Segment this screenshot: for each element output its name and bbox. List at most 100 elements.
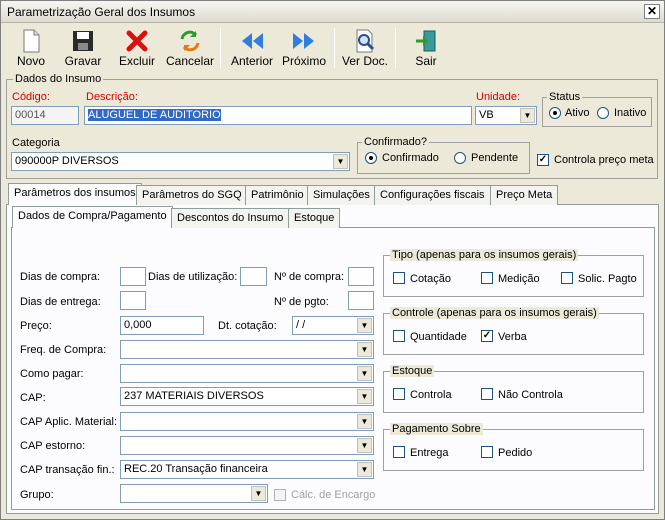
cancelar-button[interactable]: Cancelar bbox=[162, 26, 218, 70]
dt-cotacao-label: Dt. cotação: bbox=[218, 320, 277, 332]
grupo-select[interactable]: ▼ bbox=[120, 484, 268, 503]
cap-transacao-select[interactable]: REC.20 Transação financeira ▼ bbox=[120, 460, 374, 479]
pendente-radio[interactable] bbox=[454, 152, 466, 164]
cap-transacao-value: REC.20 Transação financeira bbox=[124, 463, 268, 475]
cancelar-label: Cancelar bbox=[165, 54, 215, 68]
controla-preco-meta-checkbox[interactable]: ✓ bbox=[537, 154, 549, 166]
controla-estoque-checkbox[interactable] bbox=[393, 388, 405, 400]
subtab-estoque[interactable]: Estoque bbox=[288, 208, 341, 228]
preco-field[interactable]: 0,000 bbox=[120, 316, 204, 335]
nao-controla-checkbox[interactable] bbox=[481, 388, 493, 400]
verba-checkbox[interactable]: ✓ bbox=[481, 330, 493, 342]
controla-estoque-label: Controla bbox=[410, 389, 452, 401]
chevron-down-icon: ▼ bbox=[520, 108, 535, 123]
dias-entrega-label: Dias de entrega: bbox=[20, 296, 101, 308]
descricao-field[interactable]: ALUGUEL DE AUDITORIO bbox=[84, 106, 472, 125]
subtab-descontos[interactable]: Descontos do Insumo bbox=[171, 208, 290, 228]
chevron-down-icon: ▼ bbox=[357, 462, 372, 477]
verba-label: Verba bbox=[498, 331, 527, 343]
dias-compra-label: Dias de compra: bbox=[20, 271, 101, 283]
tab-configuracoes-fiscais[interactable]: Configurações fiscais bbox=[374, 185, 491, 205]
cap-select[interactable]: 237 MATERIAIS DIVERSOS ▼ bbox=[120, 387, 374, 406]
tab-parametros-insumos[interactable]: Parâmetros dos insumos bbox=[8, 183, 142, 205]
rewind-icon bbox=[242, 33, 263, 49]
dias-entrega-field[interactable] bbox=[120, 291, 146, 310]
chevron-down-icon: ▼ bbox=[357, 366, 372, 381]
pendente-label: Pendente bbox=[471, 152, 519, 164]
status-inativo-radio[interactable] bbox=[597, 107, 609, 119]
categoria-value: 090000P DIVERSOS bbox=[15, 155, 119, 167]
unidade-label: Unidade: bbox=[476, 91, 521, 103]
save-icon bbox=[73, 31, 93, 51]
close-button[interactable]: ✕ bbox=[644, 4, 660, 19]
gravar-label: Gravar bbox=[64, 54, 102, 68]
tipo-legend: Tipo (apenas para os insumos gerais) bbox=[390, 249, 579, 261]
chevron-down-icon: ▼ bbox=[357, 389, 372, 404]
controla-preco-meta-label: Controla preço meta bbox=[554, 154, 654, 166]
entrega-label: Entrega bbox=[410, 447, 449, 459]
estoque-legend: Estoque bbox=[390, 365, 435, 377]
quantidade-checkbox[interactable] bbox=[393, 330, 405, 342]
dias-compra-field[interactable] bbox=[120, 267, 146, 286]
excluir-button[interactable]: Excluir bbox=[109, 26, 165, 70]
excluir-label: Excluir bbox=[118, 54, 155, 68]
unidade-value: VB bbox=[479, 109, 494, 121]
unidade-select[interactable]: VB ▼ bbox=[475, 106, 537, 125]
toolbar-separator bbox=[395, 28, 396, 68]
cotacao-checkbox[interactable] bbox=[393, 272, 405, 284]
preco-label: Preço: bbox=[20, 320, 52, 332]
pedido-checkbox[interactable] bbox=[481, 446, 493, 458]
confirmado-radio[interactable] bbox=[365, 152, 377, 164]
solic-pagto-checkbox[interactable] bbox=[561, 272, 573, 284]
categoria-select[interactable]: 090000P DIVERSOS ▼ bbox=[11, 152, 350, 171]
proximo-button[interactable]: Próximo bbox=[276, 26, 332, 70]
tab-simulacoes[interactable]: Simulações bbox=[307, 185, 376, 205]
new-document-icon bbox=[23, 29, 40, 53]
descricao-value: ALUGUEL DE AUDITORIO bbox=[88, 109, 221, 121]
calc-encargo-checkbox[interactable] bbox=[274, 489, 286, 501]
tab-preco-meta[interactable]: Preço Meta bbox=[490, 185, 559, 205]
codigo-field[interactable]: 00014 bbox=[11, 106, 79, 125]
n-pgto-field[interactable] bbox=[348, 291, 374, 310]
cap-transacao-label: CAP transação fin.: bbox=[20, 464, 115, 476]
confirmado-legend: Confirmado? bbox=[362, 136, 429, 148]
sair-label: Sair bbox=[415, 54, 437, 68]
ver-doc-button[interactable]: Ver Doc. bbox=[337, 26, 393, 70]
como-pagar-select[interactable]: ▼ bbox=[120, 364, 374, 383]
sair-button[interactable]: Sair bbox=[398, 26, 454, 70]
novo-button[interactable]: Novo bbox=[3, 26, 59, 70]
anterior-button[interactable]: Anterior bbox=[224, 26, 280, 70]
chevron-down-icon: ▼ bbox=[333, 154, 348, 169]
descricao-label: Descrição: bbox=[86, 91, 138, 103]
cap-estorno-select[interactable]: ▼ bbox=[120, 436, 374, 455]
n-compra-label: Nº de compra: bbox=[274, 271, 345, 283]
medicao-checkbox[interactable] bbox=[481, 272, 493, 284]
status-ativo-radio[interactable] bbox=[549, 107, 561, 119]
quantidade-label: Quantidade bbox=[410, 331, 467, 343]
freq-compra-select[interactable]: ▼ bbox=[120, 340, 374, 359]
dt-cotacao-field[interactable]: / / ▼ bbox=[292, 316, 374, 335]
chevron-down-icon: ▼ bbox=[357, 318, 372, 333]
solic-pagto-label: Solic. Pagto bbox=[578, 273, 637, 285]
tab-patrimonio[interactable]: Patrimônio bbox=[245, 185, 310, 205]
n-compra-field[interactable] bbox=[348, 267, 374, 286]
categoria-label: Categoria bbox=[12, 137, 60, 149]
dias-utilizacao-label: Dias de utilização: bbox=[148, 271, 238, 283]
confirmado-label: Confirmado bbox=[382, 152, 439, 164]
cap-estorno-label: CAP estorno: bbox=[20, 440, 86, 452]
delete-x-icon bbox=[126, 30, 148, 52]
como-pagar-label: Como pagar: bbox=[20, 368, 84, 380]
toolbar-separator bbox=[334, 28, 335, 68]
n-pgto-label: Nº de pgto: bbox=[274, 296, 329, 308]
entrega-checkbox[interactable] bbox=[393, 446, 405, 458]
chevron-down-icon: ▼ bbox=[357, 414, 372, 429]
subtab-dados-compra[interactable]: Dados de Compra/Pagamento bbox=[12, 206, 173, 228]
gravar-button[interactable]: Gravar bbox=[55, 26, 111, 70]
cap-aplic-select[interactable]: ▼ bbox=[120, 412, 374, 431]
grupo-label: Grupo: bbox=[20, 489, 54, 501]
main-window: Parametrização Geral dos Insumos ✕ Novo … bbox=[0, 0, 665, 520]
freq-compra-label: Freq. de Compra: bbox=[20, 344, 107, 356]
ver-doc-label: Ver Doc. bbox=[341, 54, 389, 68]
tab-parametros-sgq[interactable]: Parâmetros do SGQ bbox=[136, 185, 248, 205]
dias-utilizacao-field[interactable] bbox=[240, 267, 267, 286]
